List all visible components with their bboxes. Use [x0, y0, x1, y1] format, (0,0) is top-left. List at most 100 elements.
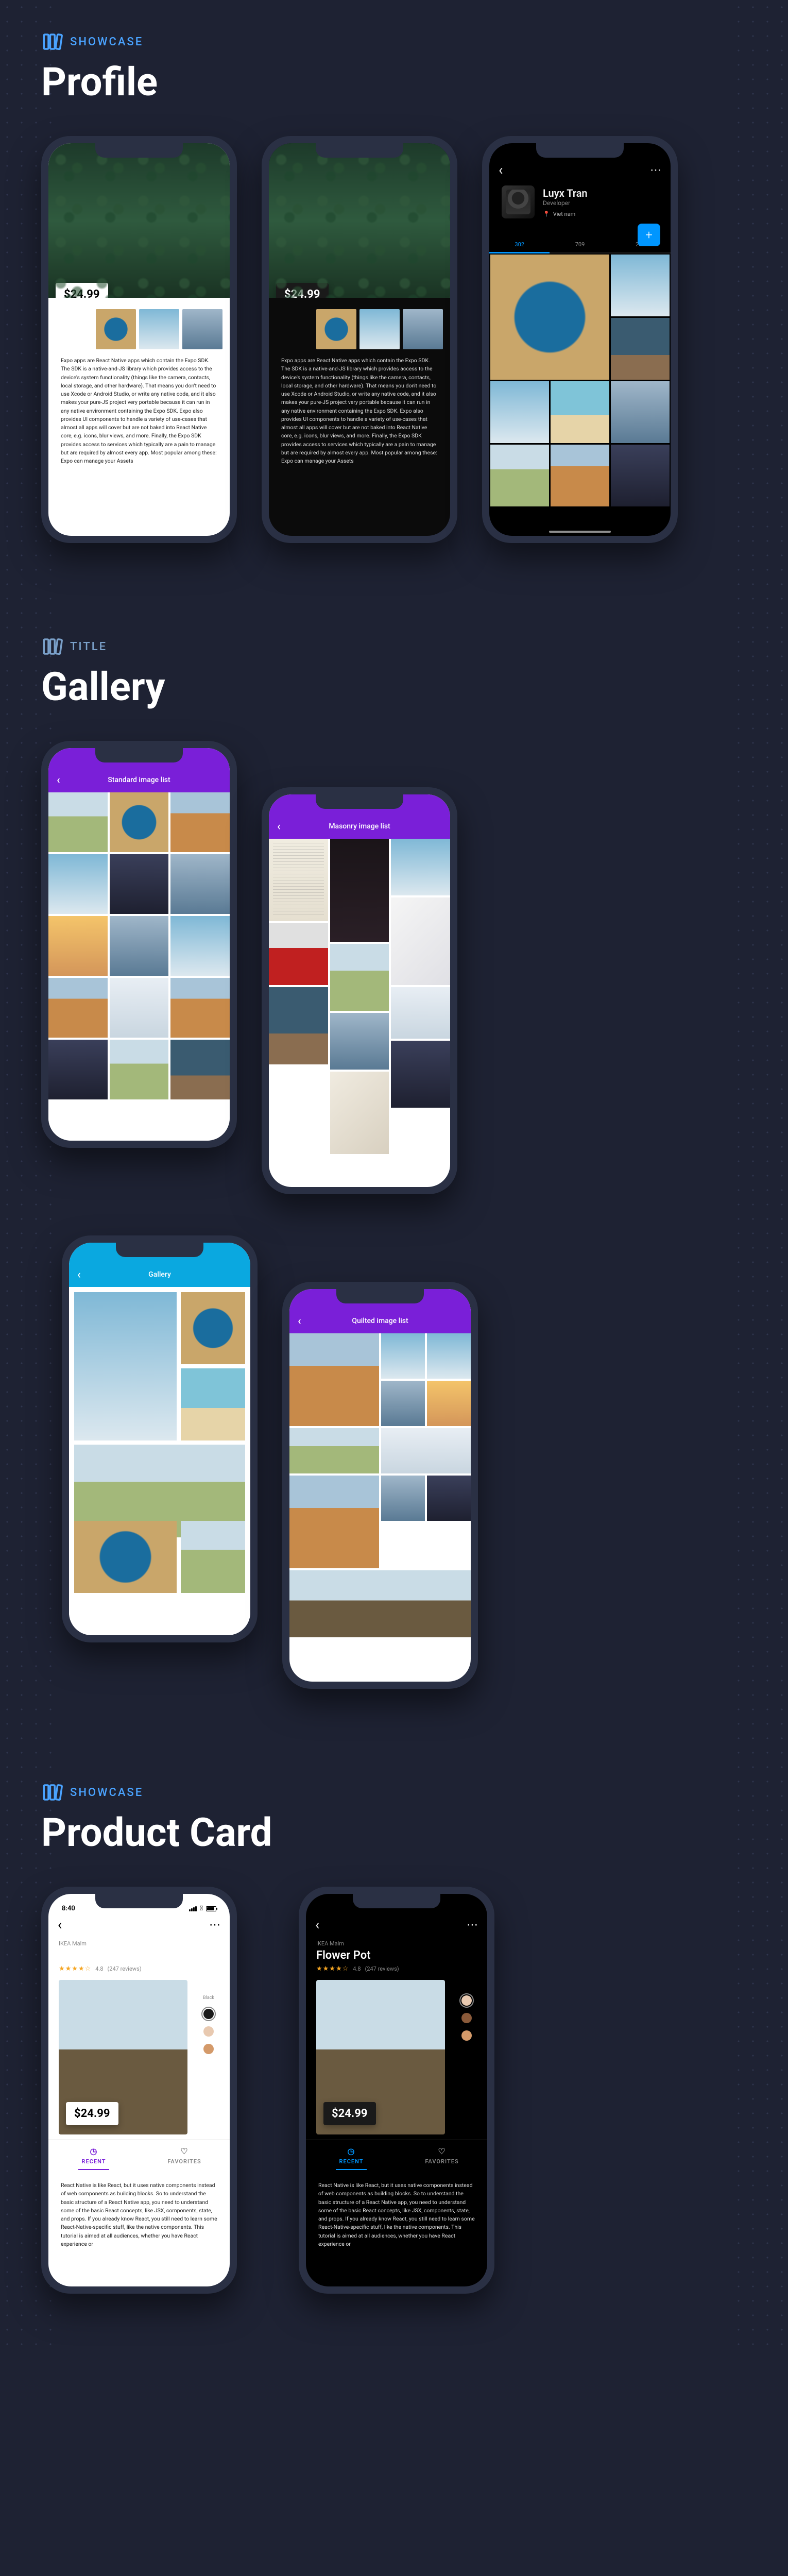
- thumbnail-row[interactable]: [48, 309, 230, 349]
- price-badge: $24.99: [56, 283, 108, 298]
- back-icon[interactable]: [499, 163, 503, 177]
- tab-favorites[interactable]: ♡ FAVORITES: [397, 2140, 487, 2176]
- phone-gallery-masonry: ‹ Masonry image list: [262, 787, 457, 1194]
- thumbnail[interactable]: [96, 309, 136, 349]
- grid-image[interactable]: [427, 1476, 471, 1521]
- grid-image[interactable]: [110, 854, 169, 914]
- status-time: 8:40: [62, 1905, 75, 1912]
- grid-image[interactable]: [110, 978, 169, 1038]
- grid-image[interactable]: [289, 1476, 379, 1568]
- grid-image[interactable]: [74, 1292, 177, 1440]
- grid-image[interactable]: [269, 839, 328, 921]
- quilted-grid: [289, 1333, 471, 1682]
- grid-image[interactable]: [381, 1381, 425, 1426]
- color-swatches: Black: [203, 1995, 214, 2054]
- back-icon[interactable]: [315, 1918, 319, 1932]
- grid-image[interactable]: [381, 1333, 425, 1379]
- product-brand: IKEA Malm: [59, 1940, 219, 1947]
- grid-image[interactable]: [170, 916, 230, 976]
- grid-image[interactable]: [48, 916, 108, 976]
- product-brand: IKEA Malm: [316, 1940, 477, 1947]
- grid-image[interactable]: [289, 1428, 379, 1473]
- grid-image[interactable]: [181, 1368, 245, 1440]
- grid-image[interactable]: [391, 839, 450, 895]
- grid-image[interactable]: [181, 1521, 245, 1593]
- grid-image[interactable]: [48, 1040, 108, 1099]
- back-icon[interactable]: ‹: [77, 1268, 81, 1281]
- photo[interactable]: [551, 381, 609, 443]
- grid-image[interactable]: [289, 1333, 379, 1426]
- navbar: ‹ Gallery: [69, 1262, 250, 1287]
- swatch[interactable]: [461, 1995, 472, 2006]
- grid-image[interactable]: [330, 944, 389, 1011]
- grid-image[interactable]: [110, 1040, 169, 1099]
- tab-favorites[interactable]: ♡ FAVORITES: [139, 2140, 230, 2176]
- grid-image[interactable]: [170, 978, 230, 1038]
- grid-image[interactable]: [381, 1476, 425, 1521]
- eyebrow-text: Title: [70, 640, 107, 653]
- photo[interactable]: [611, 445, 670, 506]
- photo[interactable]: [490, 255, 609, 380]
- eyebrow: SHOWCASE: [41, 1782, 747, 1803]
- grid-image[interactable]: [48, 978, 108, 1038]
- swatch[interactable]: [203, 2026, 214, 2037]
- add-button[interactable]: +: [638, 224, 660, 246]
- more-icon[interactable]: [209, 1919, 220, 1931]
- grid-image[interactable]: [289, 1570, 471, 1637]
- photo[interactable]: [551, 445, 609, 506]
- more-icon[interactable]: [650, 164, 661, 177]
- tab-recent[interactable]: ◷ RECENT: [306, 2140, 397, 2176]
- grid-image[interactable]: [170, 1040, 230, 1099]
- thumbnail-row[interactable]: [269, 309, 450, 349]
- back-icon[interactable]: [58, 1918, 62, 1932]
- tab[interactable]: 302: [489, 237, 550, 253]
- photo[interactable]: [490, 381, 549, 443]
- grid-image[interactable]: [391, 897, 450, 985]
- phone-gallery-standard: ‹ Standard image list: [41, 741, 237, 1148]
- thumbnail[interactable]: [403, 309, 443, 349]
- wifi-icon: 􀙇: [200, 1905, 203, 1912]
- signal-icon: [189, 1906, 197, 1911]
- navbar: ‹ Quilted image list: [289, 1309, 471, 1333]
- grid-image[interactable]: [181, 1292, 245, 1364]
- photo[interactable]: [611, 255, 670, 316]
- grid-image[interactable]: [170, 854, 230, 914]
- grid-image[interactable]: [74, 1521, 177, 1593]
- photo[interactable]: [611, 318, 670, 380]
- swatch[interactable]: [461, 2030, 472, 2041]
- thumbnail[interactable]: [182, 309, 222, 349]
- swatch[interactable]: [203, 2009, 214, 2019]
- tab-recent[interactable]: ◷ RECENT: [48, 2140, 139, 2176]
- showcase-icon: [41, 31, 63, 53]
- swatch[interactable]: [461, 2013, 472, 2023]
- more-icon[interactable]: [467, 1919, 478, 1931]
- grid-image[interactable]: [330, 839, 389, 942]
- grid-image[interactable]: [427, 1333, 471, 1379]
- thumbnail[interactable]: [316, 309, 356, 349]
- thumbnail[interactable]: [139, 309, 179, 349]
- avatar[interactable]: [502, 185, 535, 218]
- back-icon[interactable]: ‹: [57, 774, 60, 787]
- tab[interactable]: 709: [550, 237, 610, 252]
- grid-image[interactable]: [269, 923, 328, 985]
- grid-image[interactable]: [391, 987, 450, 1039]
- back-icon[interactable]: ‹: [277, 820, 281, 833]
- swatch[interactable]: [203, 2044, 214, 2054]
- grid-image[interactable]: [110, 792, 169, 852]
- grid-image[interactable]: [330, 1013, 389, 1070]
- grid-image[interactable]: [381, 1428, 471, 1473]
- grid-image[interactable]: [391, 1041, 450, 1108]
- grid-image[interactable]: [330, 1072, 389, 1154]
- grid-image[interactable]: [110, 916, 169, 976]
- grid-image[interactable]: [48, 792, 108, 852]
- grid-image[interactable]: [170, 792, 230, 852]
- photo[interactable]: [490, 445, 549, 506]
- thumbnail[interactable]: [359, 309, 400, 349]
- back-icon[interactable]: ‹: [298, 1315, 301, 1328]
- photo[interactable]: [611, 381, 670, 443]
- price-badge: $24.99: [66, 2102, 118, 2125]
- section-product-card: SHOWCASE Product Card 8:40 􀙇: [0, 1751, 788, 2355]
- grid-image[interactable]: [269, 987, 328, 1064]
- grid-image[interactable]: [48, 854, 108, 914]
- grid-image[interactable]: [427, 1381, 471, 1426]
